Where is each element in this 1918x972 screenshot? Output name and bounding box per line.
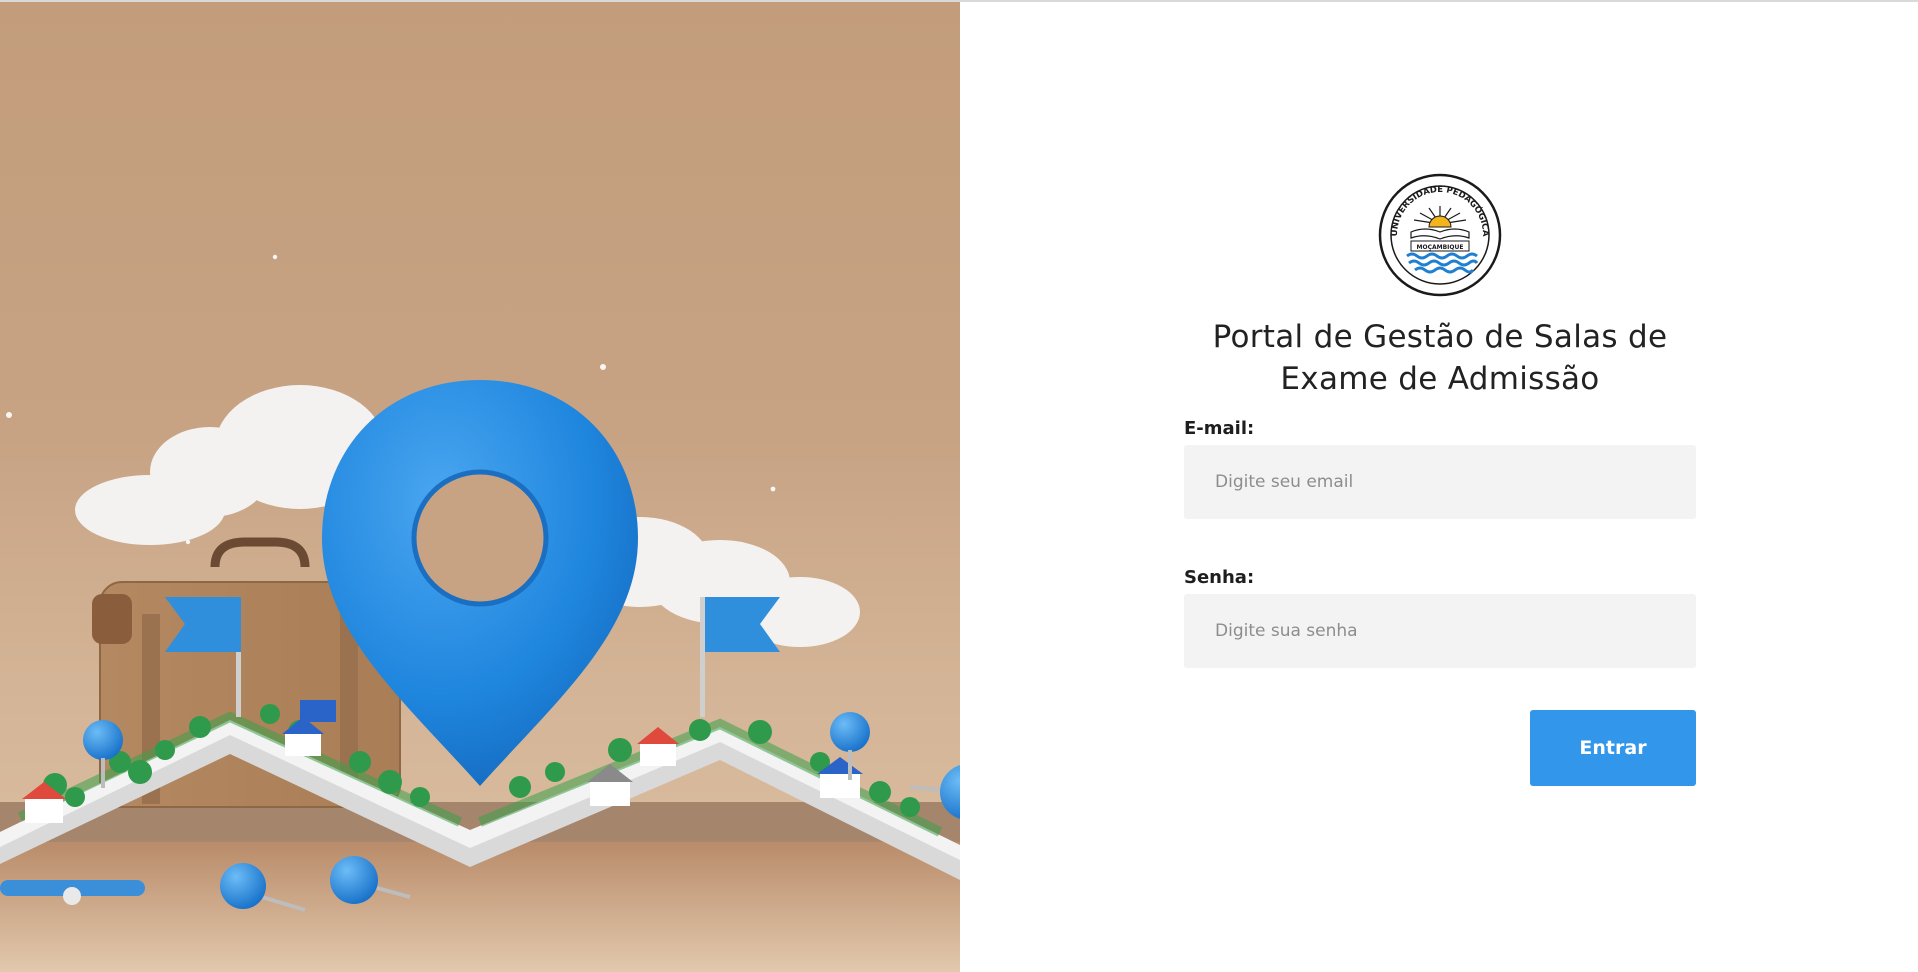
logo: UNIVERSIDADE PEDAGÓGICA MOÇAMBIQUE xyxy=(1184,172,1696,298)
login-submit-button[interactable]: Entrar xyxy=(1530,710,1696,786)
svg-text:MOÇAMBIQUE: MOÇAMBIQUE xyxy=(1417,244,1464,251)
email-group: E-mail: xyxy=(1184,418,1696,519)
login-panel: UNIVERSIDADE PEDAGÓGICA MOÇAMBIQUE Porta… xyxy=(960,2,1918,972)
password-group: Senha: xyxy=(1184,567,1696,668)
password-input[interactable] xyxy=(1184,594,1696,668)
email-label: E-mail: xyxy=(1184,418,1255,439)
password-label: Senha: xyxy=(1184,567,1255,588)
login-page: UNIVERSIDADE PEDAGÓGICA MOÇAMBIQUE Porta… xyxy=(0,0,1918,972)
map-location-pin-illustration xyxy=(0,254,960,972)
email-input[interactable] xyxy=(1184,445,1696,519)
login-form: UNIVERSIDADE PEDAGÓGICA MOÇAMBIQUE Porta… xyxy=(1184,172,1696,786)
form-actions: Entrar xyxy=(1184,710,1696,786)
hero-illustration xyxy=(0,2,960,972)
university-seal-logo: UNIVERSIDADE PEDAGÓGICA MOÇAMBIQUE xyxy=(1378,173,1502,297)
page-title: Portal de Gestão de Salas de Exame de Ad… xyxy=(1212,319,1668,397)
